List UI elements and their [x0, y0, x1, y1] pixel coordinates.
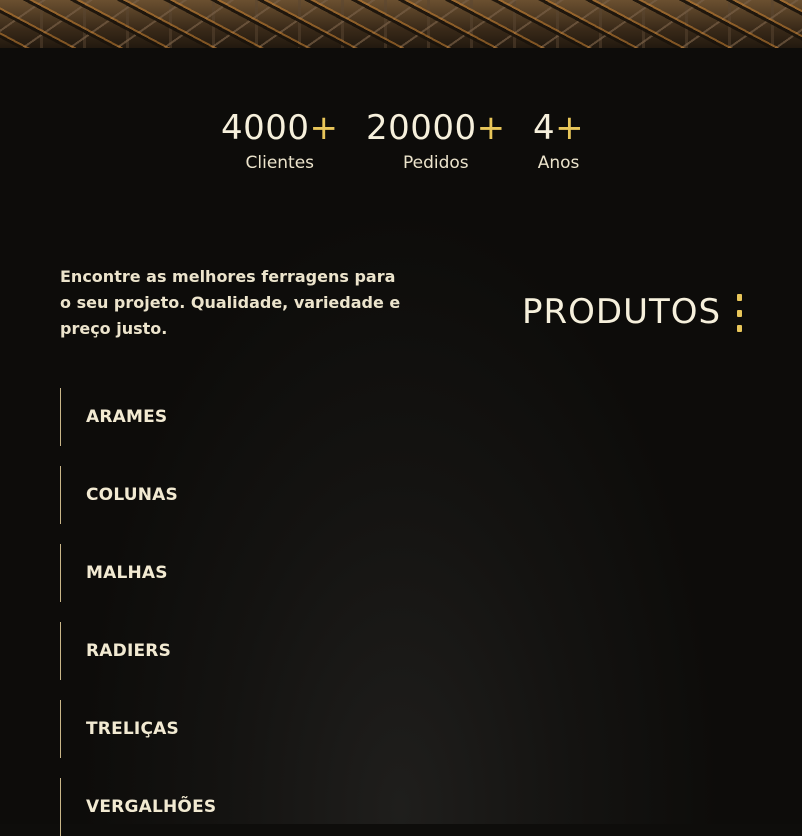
product-label: VERGALHÕES [86, 797, 217, 817]
stat-clientes: 4000+ Clientes [221, 108, 339, 174]
hero-image-strip [0, 0, 802, 48]
section-title: PRODUTOS [522, 292, 722, 332]
stat-label: Clientes [245, 153, 315, 173]
product-item-trelicas[interactable]: TRELIÇAS [60, 700, 361, 758]
kebab-dot [736, 325, 742, 332]
product-label: MALHAS [86, 563, 168, 583]
product-item-radiers[interactable]: RADIERS [60, 622, 361, 680]
product-item-colunas[interactable]: COLUNAS [60, 466, 361, 524]
product-item-arames[interactable]: ARAMES [60, 388, 361, 446]
product-label: COLUNAS [86, 485, 178, 505]
stat-plus: + [476, 108, 506, 148]
product-item-malhas[interactable]: MALHAS [60, 544, 361, 602]
product-label: ARAMES [86, 407, 168, 427]
stat-plus: + [555, 108, 585, 148]
intro-text: Encontre as melhores ferragens para o se… [60, 267, 401, 338]
stat-value: 20000 [366, 108, 477, 148]
product-item-vergalhoes[interactable]: VERGALHÕES [60, 778, 361, 836]
stat-anos: 4+ Anos [533, 108, 584, 174]
product-label: RADIERS [86, 641, 172, 661]
kebab-dot [736, 294, 742, 301]
stat-label: Pedidos [403, 153, 469, 173]
stat-pedidos: 20000+ Pedidos [366, 108, 506, 174]
kebab-dot [736, 309, 742, 317]
stat-label: Anos [537, 153, 580, 173]
stat-plus: + [309, 108, 339, 148]
stat-value: 4 [533, 108, 556, 148]
product-label: TRELIÇAS [86, 719, 179, 739]
kebab-icon[interactable] [734, 294, 744, 332]
stat-value: 4000 [221, 108, 310, 148]
